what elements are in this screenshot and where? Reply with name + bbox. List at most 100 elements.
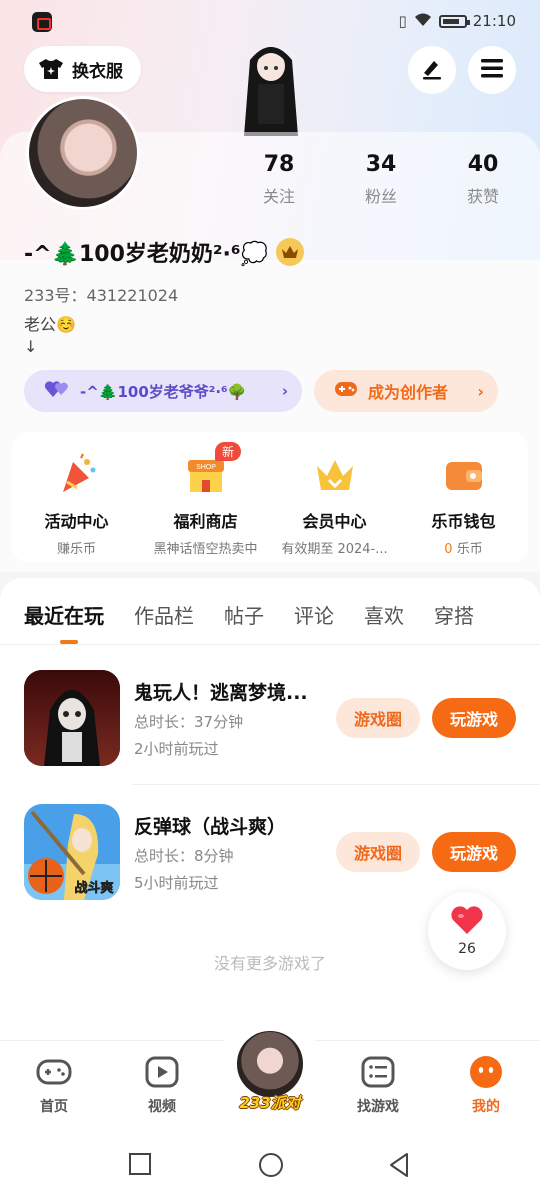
- avatar-character[interactable]: [228, 40, 314, 136]
- play-game-button[interactable]: 玩游戏: [432, 832, 516, 872]
- hearts-icon: [44, 379, 70, 403]
- game-list-item[interactable]: 鬼玩人！逃离梦境... 总时长：37分钟 2小时前玩过 游戏圈 玩游戏: [24, 670, 516, 766]
- smile-face-icon: [468, 1054, 504, 1090]
- tab-works[interactable]: 作品栏: [134, 600, 194, 629]
- game-duration: 总时长：37分钟: [134, 712, 244, 731]
- nav-home[interactable]: 首页: [14, 1054, 94, 1116]
- followers-count: 34: [365, 152, 397, 177]
- nav-label: 我的: [472, 1099, 500, 1115]
- play-icon: [144, 1054, 180, 1090]
- wifi-icon: [413, 11, 433, 31]
- game-last-played: 2小时前玩过: [134, 739, 219, 758]
- nav-mine[interactable]: 我的: [446, 1054, 526, 1116]
- crown-icon[interactable]: [275, 238, 304, 266]
- divider: [0, 644, 540, 645]
- game-thumbnail: 战斗爽: [24, 804, 120, 900]
- coin-unit: 乐币: [452, 542, 483, 557]
- become-creator-button[interactable]: 成为创作者 ›: [314, 370, 498, 412]
- user-id[interactable]: 233号：431221024: [24, 282, 178, 306]
- likes-stat[interactable]: 40 获赞: [438, 152, 528, 207]
- wallet-icon: [442, 452, 486, 496]
- tab-outfits[interactable]: 穿搭: [434, 600, 474, 629]
- nickname-row: -^🌲100岁老奶奶²·⁶💭: [24, 236, 304, 268]
- game-list-item[interactable]: 战斗爽 反弹球（战斗爽） 总时长：8分钟 5小时前玩过 游戏圈 玩游戏: [24, 804, 516, 900]
- battery-icon: [438, 14, 470, 28]
- like-count: 26: [458, 941, 476, 957]
- hamburger-icon: [480, 57, 504, 83]
- back-icon[interactable]: [388, 1152, 410, 1182]
- status-bar: ▯ 21:10: [0, 0, 540, 42]
- game-name: 鬼玩人！逃离梦境...: [134, 681, 308, 704]
- party-label: 233派对: [239, 1094, 301, 1112]
- nav-find-games[interactable]: 找游戏: [338, 1054, 418, 1116]
- game-duration: 总时长：8分钟: [134, 846, 234, 865]
- status-time: 21:10: [472, 12, 516, 30]
- feature-title: 福利商店: [173, 512, 238, 531]
- shop-sign-text: SHOP: [196, 464, 216, 471]
- gamepad-icon: [36, 1054, 72, 1090]
- feature-title: 乐币钱包: [431, 512, 496, 531]
- play-game-button[interactable]: 玩游戏: [432, 698, 516, 738]
- following-stat[interactable]: 78 关注: [234, 152, 324, 207]
- couple-name: -^🌲100岁老爷爷²·⁶🌳: [80, 382, 247, 401]
- tab-comments[interactable]: 评论: [294, 600, 334, 629]
- feature-subtitle: 有效期至 2024-...: [281, 542, 388, 557]
- feature-subtitle: 黑神话悟空热卖中: [153, 542, 258, 557]
- game-info: 反弹球（战斗爽） 总时长：8分钟 5小时前玩过: [134, 812, 336, 893]
- tshirt-icon: [38, 58, 64, 80]
- vibrate-icon: ▯: [398, 12, 407, 30]
- game-circle-button[interactable]: 游戏圈: [336, 832, 420, 872]
- divider: [132, 784, 540, 785]
- likes-count: 40: [467, 152, 499, 177]
- game-last-played: 5小时前玩过: [134, 873, 219, 892]
- content-panel: 最近在玩 作品栏 帖子 评论 喜欢 穿搭 鬼玩人！逃离梦境... 总时长：37分…: [0, 578, 540, 1048]
- change-outfit-button[interactable]: 换衣服: [24, 46, 141, 92]
- coin-balance: 0: [444, 542, 453, 557]
- tab-likes[interactable]: 喜欢: [364, 600, 404, 629]
- welfare-shop-entry[interactable]: SHOP 新 福利商店 黑神话悟空热卖中: [141, 432, 270, 562]
- become-creator-label: 成为创作者: [368, 383, 449, 402]
- tab-bar: 最近在玩 作品栏 帖子 评论 喜欢 穿搭: [24, 600, 474, 644]
- chevron-right-icon: ›: [477, 381, 484, 401]
- party-popper-icon: [55, 452, 99, 496]
- profile-avatar[interactable]: [26, 96, 140, 210]
- game-name: 反弹球（战斗爽）: [134, 815, 287, 838]
- change-outfit-label: 换衣服: [72, 61, 123, 82]
- list-icon: [360, 1054, 396, 1090]
- screen-record-icon: [32, 12, 52, 32]
- game-circle-button[interactable]: 游戏圈: [336, 698, 420, 738]
- new-badge: 新: [215, 442, 242, 461]
- heart-icon: [450, 905, 484, 939]
- followers-stat[interactable]: 34 粉丝: [336, 152, 426, 207]
- pen-icon: [420, 56, 444, 84]
- bio: 老公☺️ ↓: [24, 314, 76, 358]
- thumb-label: 战斗爽: [74, 880, 113, 896]
- recent-apps-icon[interactable]: [128, 1152, 152, 1180]
- edit-profile-button[interactable]: [408, 46, 456, 94]
- feature-subtitle: 赚乐币: [56, 542, 96, 557]
- game-thumbnail: [24, 670, 120, 766]
- bio-line: 老公☺️: [24, 315, 76, 334]
- feature-row: 活动中心 赚乐币 SHOP 新 福利商店 黑神话悟空热卖中 会员中心 有效期至 …: [12, 432, 528, 562]
- like-button[interactable]: 26: [428, 892, 506, 970]
- member-center-entry[interactable]: 会员中心 有效期至 2024-...: [270, 432, 399, 562]
- game-info: 鬼玩人！逃离梦境... 总时长：37分钟 2小时前玩过: [134, 678, 336, 759]
- chevron-right-icon: ›: [281, 382, 288, 400]
- feature-subtitle: 0 乐币: [444, 538, 482, 557]
- nav-label: 首页: [40, 1099, 68, 1115]
- tab-posts[interactable]: 帖子: [224, 600, 264, 629]
- crown-icon: [313, 452, 357, 496]
- activity-center-entry[interactable]: 活动中心 赚乐币: [12, 432, 141, 562]
- home-icon[interactable]: [258, 1152, 284, 1182]
- gamepad-icon: [334, 380, 358, 402]
- feature-title: 会员中心: [302, 512, 367, 531]
- couple-link-button[interactable]: -^🌲100岁老爷爷²·⁶🌳 ›: [24, 370, 302, 412]
- followers-label: 粉丝: [364, 187, 397, 206]
- nickname: -^🌲100岁老奶奶²·⁶💭: [24, 242, 268, 267]
- coin-wallet-entry[interactable]: 乐币钱包 0 乐币: [399, 432, 528, 562]
- nav-video[interactable]: 视频: [122, 1054, 202, 1116]
- party-avatar-button[interactable]: [234, 1028, 306, 1100]
- tab-recently-played[interactable]: 最近在玩: [24, 600, 104, 644]
- feature-title: 活动中心: [44, 512, 109, 531]
- menu-button[interactable]: [468, 46, 516, 94]
